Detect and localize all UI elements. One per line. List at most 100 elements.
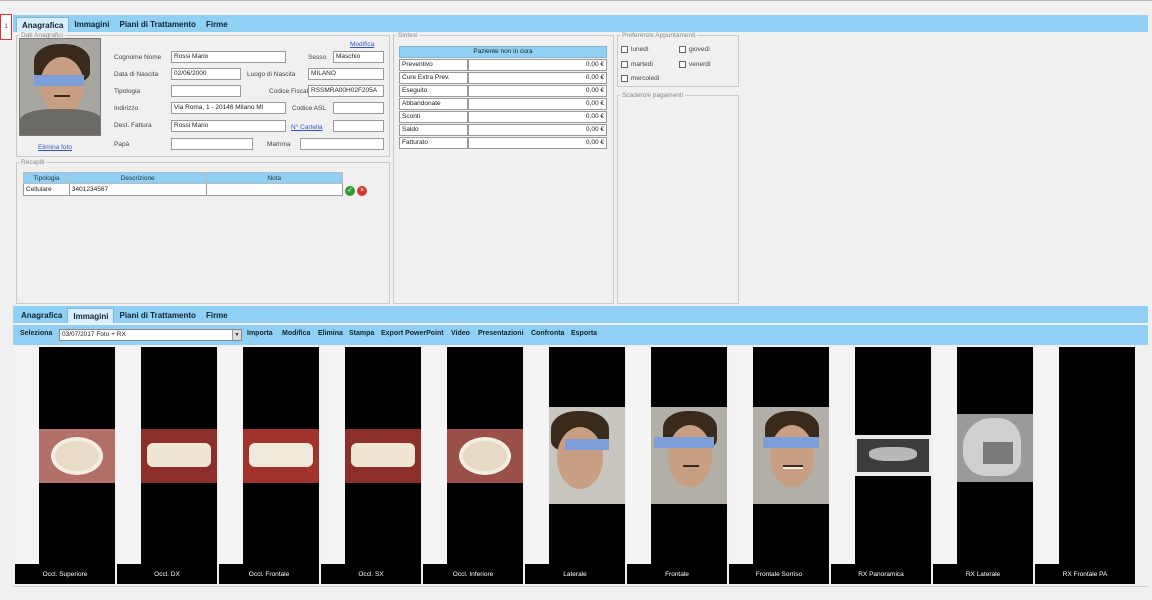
sintesi-value: 0,00 € bbox=[468, 85, 607, 97]
esporta-button[interactable]: Esporta bbox=[571, 330, 597, 337]
table-row[interactable]: Cellulare 3401234567 bbox=[23, 183, 343, 196]
scadenze-legend: Scadenze pagamenti bbox=[622, 92, 684, 99]
thumb-occl-frontale[interactable]: Occl. Frontale bbox=[219, 347, 319, 584]
checkbox-venerdi[interactable] bbox=[679, 61, 686, 68]
list-item: Saldo 0,00 € bbox=[399, 124, 607, 136]
cell-nota[interactable] bbox=[205, 183, 343, 196]
thumb-occl-sx[interactable]: Occl. SX bbox=[321, 347, 421, 584]
thumb-occl-superiore[interactable]: Occl. Superiore bbox=[15, 347, 115, 584]
col-tipologia: Tipologia bbox=[23, 172, 70, 184]
label-lunedi: lunedì bbox=[631, 46, 649, 53]
cell-tipologia[interactable]: Cellulare bbox=[23, 183, 70, 196]
label-giovedi: giovedì bbox=[689, 46, 710, 53]
list-item: Cure Extra Prev. 0,00 € bbox=[399, 72, 607, 84]
importa-button[interactable]: Importa bbox=[247, 330, 273, 337]
preferenze-legend: Preferenze Appuntamenti bbox=[622, 32, 696, 39]
delete-icon[interactable]: × bbox=[357, 186, 367, 196]
video-button[interactable]: Video bbox=[451, 330, 470, 337]
caption: Frontale bbox=[665, 571, 689, 578]
thumb-frontale-sorriso[interactable]: Frontale Sorriso bbox=[729, 347, 829, 584]
confirm-icon[interactable]: ✓ bbox=[345, 186, 355, 196]
fattura-label: Dest. Fattura bbox=[114, 122, 152, 129]
caption: Frontale Sorriso bbox=[755, 571, 803, 578]
thumb-laterale[interactable]: Laterale bbox=[525, 347, 625, 584]
caption: RX Frontale PA bbox=[1062, 571, 1108, 578]
record-marker[interactable]: 1 bbox=[0, 14, 12, 40]
list-item: Fatturato 0,00 € bbox=[399, 137, 607, 149]
nascita-field[interactable]: 02/06/2000 bbox=[171, 68, 241, 80]
sintesi-value: 0,00 € bbox=[468, 98, 607, 110]
col-descrizione: Descrizione bbox=[68, 172, 207, 184]
modifica-link[interactable]: Modifica bbox=[350, 41, 374, 48]
indirizzo-field[interactable]: Via Roma, 1 - 20146 Milano MI bbox=[171, 102, 286, 114]
sintesi-label: Abbandonate bbox=[399, 98, 468, 110]
tab-immagini-bottom[interactable]: Immagini bbox=[67, 308, 115, 323]
tab-anagrafica[interactable]: Anagrafica bbox=[16, 17, 70, 32]
indirizzo-label: Indirizzo bbox=[114, 105, 139, 112]
export-powerpoint-button[interactable]: Export PowerPoint bbox=[381, 330, 444, 337]
thumb-occl-dx[interactable]: Occl. DX bbox=[117, 347, 217, 584]
thumb-rx-laterale[interactable]: RX Laterale bbox=[933, 347, 1033, 584]
top-tab-bar: Anagrafica Immagini Piani di Trattamento… bbox=[13, 15, 1148, 32]
caption: Occl. Superiore bbox=[42, 571, 88, 578]
cartella-field[interactable] bbox=[333, 120, 384, 132]
checkbox-martedi[interactable] bbox=[621, 61, 628, 68]
checkbox-lunedi[interactable] bbox=[621, 46, 628, 53]
modifica-button[interactable]: Modifica bbox=[282, 330, 310, 337]
anagrafica-panel: Dati Anagrafici Elimina foto Modifica Co… bbox=[13, 32, 1148, 304]
tab-firme-bottom[interactable]: Firme bbox=[201, 308, 233, 323]
session-select-value: 03/07/2017 Foto + RX bbox=[62, 331, 126, 338]
confronta-button[interactable]: Confronta bbox=[531, 330, 564, 337]
tab-anagrafica-bottom[interactable]: Anagrafica bbox=[16, 308, 67, 323]
patient-photo[interactable] bbox=[19, 38, 101, 136]
tab-firme[interactable]: Firme bbox=[201, 17, 233, 32]
session-select[interactable]: 03/07/2017 Foto + RX ▼ bbox=[59, 329, 242, 341]
photo-rx-panoramica bbox=[855, 435, 931, 476]
col-nota: Nota bbox=[205, 172, 343, 184]
checkbox-giovedi[interactable] bbox=[679, 46, 686, 53]
asl-field[interactable] bbox=[333, 102, 384, 114]
papa-field[interactable] bbox=[171, 138, 253, 150]
caption: Occl. SX bbox=[358, 571, 384, 578]
sintesi-legend: Sintesi bbox=[398, 32, 418, 39]
sintesi-value: 0,00 € bbox=[468, 124, 607, 136]
tipologia-field[interactable] bbox=[171, 85, 241, 97]
mamma-field[interactable] bbox=[300, 138, 384, 150]
papa-label: Papà bbox=[114, 141, 130, 148]
thumb-occl-inferiore[interactable]: Occl. Inferiore bbox=[423, 347, 523, 584]
sintesi-value: 0,00 € bbox=[468, 111, 607, 123]
cognome-field[interactable]: Rossi Mario bbox=[171, 51, 286, 63]
status-bar bbox=[13, 586, 1148, 600]
elimina-button[interactable]: Elimina bbox=[318, 330, 343, 337]
cf-label: Codice Fiscale bbox=[269, 88, 312, 95]
tab-piani-trattamento[interactable]: Piani di Trattamento bbox=[114, 17, 200, 32]
stampa-button[interactable]: Stampa bbox=[349, 330, 374, 337]
sesso-field[interactable]: Maschio bbox=[333, 51, 384, 63]
photo-occl-dx bbox=[141, 429, 217, 483]
luogo-label: Luogo di Nascita bbox=[247, 71, 296, 78]
sintesi-label: Eseguito bbox=[399, 85, 468, 97]
caption: Laterale bbox=[563, 571, 587, 578]
cell-descrizione[interactable]: 3401234567 bbox=[68, 183, 207, 196]
cartella-link[interactable]: N° Cartella bbox=[291, 124, 323, 131]
chevron-down-icon[interactable]: ▼ bbox=[232, 330, 241, 340]
presentazioni-button[interactable]: Presentazioni bbox=[478, 330, 524, 337]
sesso-label: Sesso bbox=[308, 54, 327, 61]
fattura-field[interactable]: Rossi Mario bbox=[171, 120, 286, 132]
caption: Occl. Frontale bbox=[248, 571, 290, 578]
tab-piani-trattamento-bottom[interactable]: Piani di Trattamento bbox=[114, 308, 200, 323]
elimina-foto-link[interactable]: Elimina foto bbox=[38, 144, 72, 151]
checkbox-mercoledi[interactable] bbox=[621, 75, 628, 82]
thumb-rx-panoramica[interactable]: RX Panoramica bbox=[831, 347, 931, 584]
thumb-frontale[interactable]: Frontale bbox=[627, 347, 727, 584]
thumb-rx-frontale-pa[interactable]: RX Frontale PA bbox=[1035, 347, 1135, 584]
list-item: Eseguito 0,00 € bbox=[399, 85, 607, 97]
cf-field[interactable]: RSSMRA00H02F205A bbox=[308, 85, 384, 97]
sintesi-label: Cure Extra Prev. bbox=[399, 72, 468, 84]
mamma-label: Mamma bbox=[267, 141, 291, 148]
caption: Occl. DX bbox=[154, 571, 180, 578]
tab-immagini[interactable]: Immagini bbox=[69, 17, 114, 32]
photo-occl-frontale bbox=[243, 429, 319, 483]
luogo-field[interactable]: MILANO bbox=[308, 68, 384, 80]
sintesi-status: Paziente non in cura bbox=[399, 46, 607, 58]
